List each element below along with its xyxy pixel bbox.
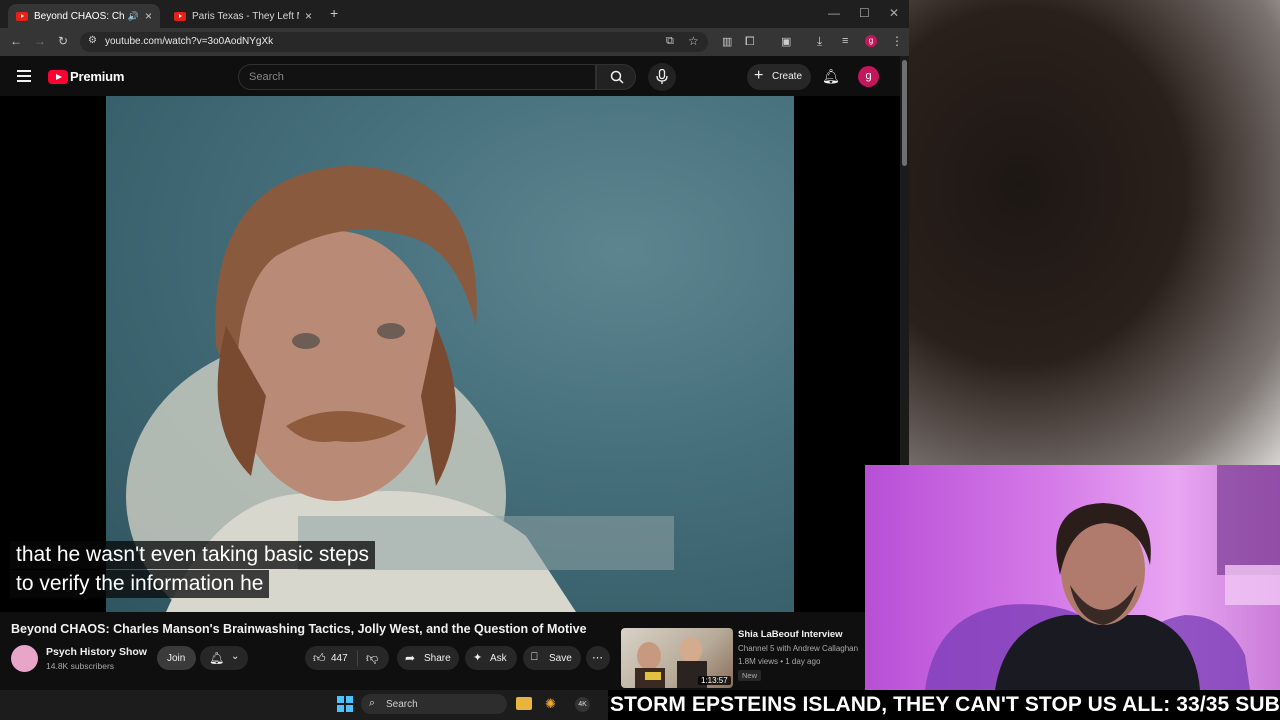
forward-icon[interactable]: → [34, 34, 46, 48]
suggested-video-duration: 1:13:57 [698, 676, 731, 685]
4k-app-icon[interactable]: 4K [575, 697, 590, 712]
video-title: Beyond CHAOS: Charles Manson's Brainwash… [11, 622, 587, 636]
hamburger-menu-icon[interactable] [17, 70, 31, 82]
like-icon[interactable]: 👍︎ [313, 651, 326, 666]
channel-name[interactable]: Psych History Show [46, 646, 147, 658]
tab-beyond-chaos[interactable]: Beyond CHAOS: Charles M 🔊 × [8, 4, 160, 28]
install-app-icon[interactable]: ⧉ [666, 35, 674, 48]
windows-start-icon[interactable] [337, 696, 353, 712]
download-icon[interactable]: ⤓ [817, 34, 822, 49]
suggested-video-meta: 1.8M views • 1 day ago [738, 657, 821, 666]
site-info-icon[interactable]: ⚙ [88, 35, 97, 46]
tab-title: Paris Texas - They Left Me With [192, 10, 299, 22]
search-placeholder: Search [249, 71, 284, 83]
voice-search-button[interactable] [648, 63, 676, 91]
maximize-icon[interactable]: ☐ [859, 6, 870, 20]
bookmark-star-icon[interactable]: ☆ [688, 34, 699, 48]
notifications-bell-icon[interactable]: 🔔︎ [822, 68, 840, 85]
reload-icon[interactable]: ↻ [58, 34, 68, 48]
back-icon[interactable]: ← [10, 34, 22, 48]
profile-avatar[interactable]: g [865, 35, 877, 47]
plus-icon: + [754, 67, 764, 84]
chrome-app-icon[interactable]: ✺ [545, 696, 556, 712]
share-label: Share [424, 653, 451, 664]
sidebar-icon[interactable]: ▣ [781, 35, 791, 48]
share-icon: ➦ [405, 651, 416, 665]
tab-bar: Beyond CHAOS: Charles M 🔊 × Paris Texas … [0, 0, 909, 28]
youtube-premium-label[interactable]: Premium [70, 69, 124, 84]
window-close-icon[interactable]: ✕ [889, 6, 899, 20]
url-text[interactable]: youtube.com/watch?v=3o0AodNYgXk [105, 36, 273, 47]
join-label: Join [167, 653, 186, 664]
more-horizontal-icon: ⋯ [592, 652, 603, 664]
stream-ticker-text: STORM EPSTEINS ISLAND, THEY CAN'T STOP U… [610, 693, 1280, 716]
new-badge: New [738, 670, 762, 681]
dislike-icon[interactable]: 👎︎ [366, 651, 378, 666]
search-icon [610, 70, 624, 84]
new-tab-icon[interactable]: + [330, 5, 338, 21]
suggested-video-title[interactable]: Shia LaBeouf Interview [738, 629, 843, 640]
taskbar-search-icon: ⌕ [369, 697, 376, 709]
file-explorer-icon[interactable] [516, 697, 532, 710]
channel-subscriber-count: 14.8K subscribers [46, 661, 115, 671]
youtube-favicon-icon [16, 11, 28, 21]
bell-icon: 🔔︎ [209, 651, 225, 665]
scrollbar-thumb[interactable] [902, 60, 907, 166]
youtube-favicon-icon [174, 11, 186, 21]
reading-list-icon[interactable]: ▥ [722, 35, 732, 48]
webcam-image [925, 465, 1280, 690]
sparkle-icon: ✦ [473, 652, 483, 664]
tab-close-icon[interactable]: × [305, 9, 312, 23]
subtitle-line-2: to verify the information he [10, 570, 270, 598]
video-frame[interactable] [106, 96, 794, 612]
bookmark-icon: ⎕ [531, 651, 538, 663]
browser-window: Beyond CHAOS: Charles M 🔊 × Paris Texas … [0, 0, 909, 690]
video-subtitles: that he wasn't even taking basic steps t… [10, 541, 376, 598]
account-avatar[interactable]: g [858, 66, 879, 87]
suggested-video-channel[interactable]: Channel 5 with Andrew Callaghan [738, 644, 858, 653]
background-camera-view [909, 0, 1280, 465]
search-button[interactable] [596, 64, 636, 90]
like-count: 447 [331, 653, 348, 664]
like-divider [357, 650, 358, 666]
tab-close-icon[interactable]: × [145, 9, 152, 23]
ask-label: Ask [490, 653, 507, 664]
subtitle-line-1: that he wasn't even taking basic steps [10, 541, 376, 569]
browser-menu-icon[interactable]: ⋮ [891, 34, 903, 48]
video-still-image [126, 166, 674, 612]
tab-title: Beyond CHAOS: Charles M [34, 10, 124, 22]
webcam-overlay [865, 465, 1280, 690]
taskbar-search-box[interactable] [361, 694, 507, 714]
taskbar-search-label: Search [386, 699, 418, 710]
save-label: Save [549, 653, 572, 664]
chevron-down-icon: ⌄ [231, 651, 240, 662]
extensions-icon[interactable]: ⧠ [745, 34, 755, 49]
microphone-icon [656, 69, 668, 84]
create-label: Create [772, 71, 803, 82]
youtube-logo-icon[interactable] [48, 70, 68, 84]
minimize-icon[interactable]: — [828, 6, 840, 20]
search-input[interactable] [238, 64, 596, 90]
channel-avatar[interactable] [11, 645, 38, 672]
speaker-icon[interactable]: 🔊 [128, 11, 139, 22]
media-control-icon[interactable]: ≡ [842, 35, 848, 47]
tab-paris-texas[interactable]: Paris Texas - They Left Me With × [166, 4, 320, 28]
